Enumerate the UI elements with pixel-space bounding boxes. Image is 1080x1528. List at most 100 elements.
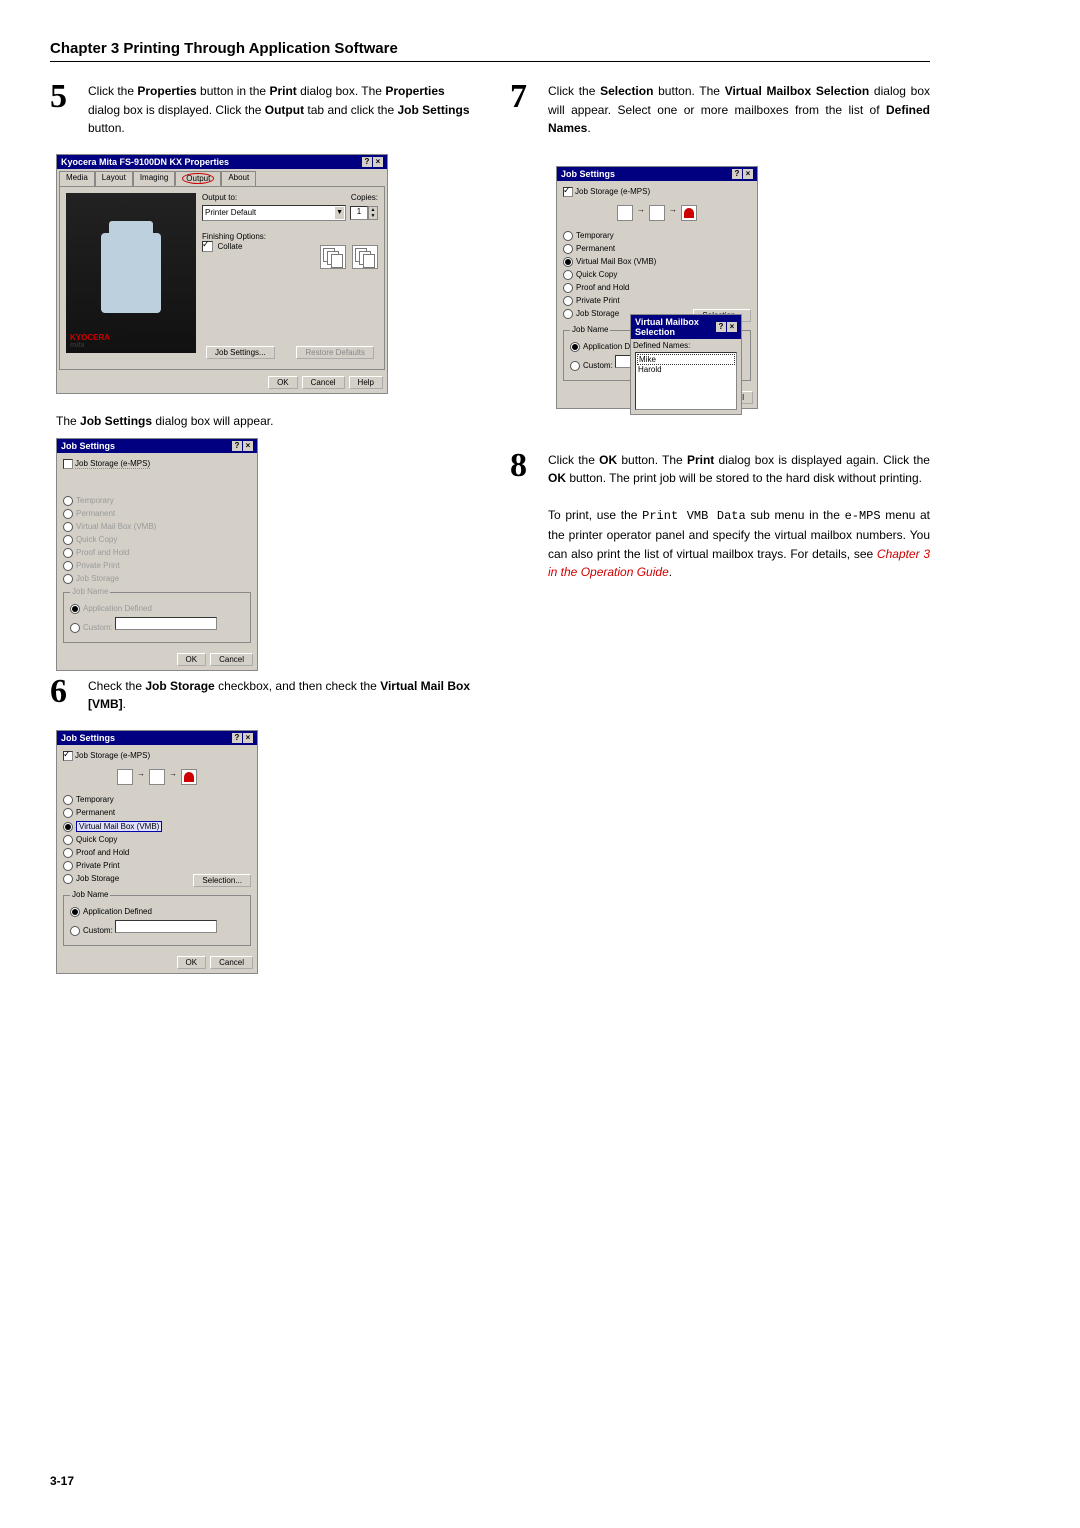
vmb-selection-dialog: Virtual Mailbox Selection ?× Defined Nam… [630, 314, 742, 415]
dialog-titlebar[interactable]: Job Settings ?× [57, 439, 257, 453]
radio-proofhold[interactable] [563, 283, 573, 293]
person-icon [681, 205, 697, 221]
radio-private[interactable] [63, 861, 73, 871]
output-dropdown[interactable]: Printer Default [202, 205, 346, 221]
ok-button[interactable]: OK [268, 376, 298, 389]
page-number: 3-17 [50, 1474, 74, 1488]
step-8: 8 Click the OK button. The Print dialog … [510, 451, 930, 582]
job-settings-dialog-vmb: Job Settings ?× Job Storage (e-MPS) → → … [56, 730, 258, 974]
dialog-titlebar[interactable]: Kyocera Mita FS-9100DN KX Properties ? × [57, 155, 387, 169]
close-icon[interactable]: × [373, 157, 383, 167]
cancel-button[interactable]: Cancel [210, 653, 253, 666]
kyocera-logo: KYOCERA mita [70, 333, 110, 349]
help-icon[interactable]: ? [232, 733, 242, 743]
jobname-legend: Job Name [70, 587, 110, 596]
copies-input[interactable]: 1 [350, 206, 368, 220]
collate-checkbox[interactable] [202, 241, 213, 252]
spinner-down-icon[interactable]: ▼ [369, 213, 377, 219]
job-storage-checkbox[interactable] [563, 187, 573, 197]
opt-custom: Custom: [83, 623, 113, 632]
left-column: 5 Click the Properties button in the Pri… [50, 82, 470, 980]
collate-label: Collate [218, 242, 243, 251]
help-icon[interactable]: ? [716, 322, 726, 332]
custom-input[interactable] [115, 920, 217, 933]
job-storage-checkbox[interactable] [63, 751, 73, 761]
selection-button[interactable]: Selection... [193, 874, 251, 887]
dialog-title: Job Settings [61, 441, 115, 451]
radio-quickcopy[interactable] [563, 270, 573, 280]
radio-proofhold[interactable] [63, 848, 73, 858]
radio-appdefined[interactable] [70, 907, 80, 917]
radio-jobstorage[interactable] [563, 309, 573, 319]
step-body: Check the Job Storage checkbox, and then… [88, 677, 470, 714]
list-item[interactable]: Mike [637, 354, 735, 365]
tab-output[interactable]: Output [175, 171, 221, 186]
custom-input [115, 617, 217, 630]
radio-vmb[interactable] [63, 822, 73, 832]
opt-jobstorage: Job Storage [76, 574, 119, 583]
names-listbox[interactable]: Mike Harold [635, 352, 737, 410]
help-icon[interactable]: ? [732, 169, 742, 179]
cancel-button[interactable]: Cancel [302, 376, 345, 389]
radio-jobstorage[interactable] [63, 874, 73, 884]
finishing-label: Finishing Options: [202, 232, 378, 241]
ok-button[interactable]: OK [177, 653, 207, 666]
step-5: 5 Click the Properties button in the Pri… [50, 82, 470, 138]
cancel-button[interactable]: Cancel [210, 956, 253, 969]
radio-permanent[interactable] [63, 808, 73, 818]
step5-caption: The Job Settings dialog box will appear. [56, 414, 464, 428]
close-icon[interactable]: × [743, 169, 753, 179]
radio-custom[interactable] [570, 361, 580, 371]
step-body: Click the Selection button. The Virtual … [548, 82, 930, 138]
tab-imaging[interactable]: Imaging [133, 171, 175, 186]
help-icon[interactable]: ? [362, 157, 372, 167]
help-button[interactable]: Help [349, 376, 383, 389]
list-item[interactable]: Harold [637, 365, 735, 374]
tabs: Media Layout Imaging Output About [57, 169, 387, 186]
restore-defaults-button[interactable]: Restore Defaults [296, 346, 374, 359]
job-storage-checkbox[interactable] [63, 459, 73, 469]
radio-permanent[interactable] [563, 244, 573, 254]
output-to-label: Output to: [202, 193, 237, 202]
tab-about[interactable]: About [221, 171, 256, 186]
step-6: 6 Check the Job Storage checkbox, and th… [50, 677, 470, 714]
ok-button[interactable]: OK [177, 956, 207, 969]
defined-names-label: Defined Names: [633, 341, 739, 350]
collate-icon-2[interactable] [352, 245, 378, 269]
opt-vmb: Virtual Mail Box (VMB) [76, 522, 156, 531]
opt-proofhold: Proof and Hold [76, 548, 129, 557]
help-icon[interactable]: ? [232, 441, 242, 451]
job-storage-label: Job Storage (e-MPS) [75, 459, 150, 469]
step-7: 7 Click the Selection button. The Virtua… [510, 82, 930, 138]
radio-custom[interactable] [70, 926, 80, 936]
step-body: Click the Properties button in the Print… [88, 82, 470, 138]
close-icon[interactable]: × [243, 441, 253, 451]
step-number: 5 [50, 82, 76, 138]
dialog-titlebar[interactable]: Job Settings ?× [557, 167, 757, 181]
job-storage-label: Job Storage (e-MPS) [75, 751, 150, 760]
opt-permanent: Permanent [76, 509, 115, 518]
dialog-titlebar[interactable]: Job Settings ?× [57, 731, 257, 745]
job-settings-dialog-disabled: Job Settings ?× Job Storage (e-MPS) Temp… [56, 438, 258, 671]
printer-icon [149, 769, 165, 785]
radio-private[interactable] [563, 296, 573, 306]
tab-layout[interactable]: Layout [95, 171, 133, 186]
collate-icon-1[interactable] [320, 245, 346, 269]
radio-vmb[interactable] [563, 257, 573, 267]
radio-temporary[interactable] [63, 795, 73, 805]
printer-preview: KYOCERA mita [66, 193, 196, 353]
close-icon[interactable]: × [243, 733, 253, 743]
person-icon [181, 769, 197, 785]
opt-temporary: Temporary [76, 496, 114, 505]
radio-temporary[interactable] [563, 231, 573, 241]
properties-dialog: Kyocera Mita FS-9100DN KX Properties ? ×… [56, 154, 388, 394]
tab-media[interactable]: Media [59, 171, 95, 186]
radio-appdefined[interactable] [570, 342, 580, 352]
copies-label: Copies: [351, 193, 378, 202]
close-icon[interactable]: × [727, 322, 737, 332]
opt-private: Private Print [76, 561, 120, 570]
dialog-titlebar[interactable]: Virtual Mailbox Selection ?× [631, 315, 741, 339]
step-number: 8 [510, 451, 536, 582]
job-settings-button[interactable]: Job Settings... [206, 346, 275, 359]
radio-quickcopy[interactable] [63, 835, 73, 845]
